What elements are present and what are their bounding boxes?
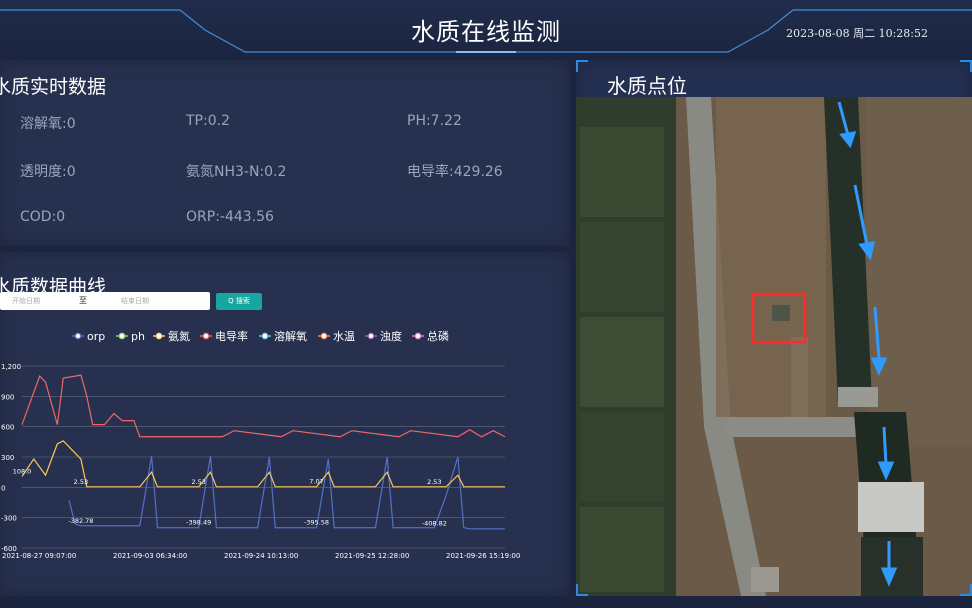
data-label: -398.49: [186, 519, 211, 527]
data-label: 2.53: [74, 478, 88, 486]
metric-ph: PH:7.22: [407, 113, 462, 129]
data-label: 2.53: [191, 478, 205, 486]
metric-cod: COD:0: [20, 209, 66, 225]
legend-marker: [74, 332, 82, 340]
datetime-display: 2023-08-08 周二 10:28:52: [786, 27, 928, 40]
data-label: -382.78: [68, 517, 93, 525]
legend-marker: [414, 332, 422, 340]
legend-label: ph: [131, 330, 145, 343]
data-label: -408.82: [422, 520, 447, 528]
metric-tp: TP:0.2: [186, 113, 230, 129]
corner-decoration: [576, 584, 588, 596]
legend-marker: [118, 332, 126, 340]
x-tick-label: 2021-09-03 06:34:00: [113, 552, 187, 560]
legend-marker: [261, 332, 269, 340]
header-bar: 水质在线监测 2023-08-08 周二 10:28:52: [0, 0, 972, 56]
legend-marker: [367, 332, 375, 340]
legend-label: 电导率: [215, 329, 248, 343]
x-tick-label: 2021-09-25 12:28:00: [335, 552, 409, 560]
y-tick-label: 1,200: [1, 363, 21, 371]
satellite-map-image: [576, 97, 972, 596]
map-panel-title: 水质点位: [607, 74, 687, 98]
legend-label: orp: [87, 330, 105, 343]
map-panel: 水质点位: [576, 60, 972, 596]
y-tick-label: 0: [1, 484, 5, 492]
corner-decoration: [960, 60, 972, 72]
y-tick-label: -300: [1, 515, 17, 523]
legend-label: 总磷: [427, 329, 449, 343]
water-quality-chart: 1,2009006003000-300-6002021-08-27 09:07:…: [1, 329, 520, 560]
x-tick-label: 2021-09-26 15:19:00: [446, 552, 520, 560]
data-label: 108.0: [13, 467, 32, 475]
satellite-map[interactable]: [576, 97, 972, 596]
legend-label: 氨氮: [168, 329, 190, 343]
legend-label: 浊度: [380, 329, 402, 343]
realtime-panel-title: 水质实时数据: [0, 76, 107, 98]
x-tick-label: 2021-09-24 10:13:00: [224, 552, 298, 560]
corner-decoration: [576, 60, 588, 72]
legend-label: 溶解氧: [274, 329, 307, 343]
legend-marker: [155, 332, 163, 340]
corner-decoration: [960, 584, 972, 596]
metric-dissolved-oxygen: 溶解氧:0: [20, 116, 76, 132]
data-label: 7.07: [309, 478, 323, 486]
x-tick-label: 2021-08-27 09:07:00: [2, 552, 76, 560]
series-line-电导率: [21, 374, 506, 438]
y-tick-label: 600: [1, 424, 14, 432]
legend-marker: [202, 332, 210, 340]
y-tick-label: 300: [1, 454, 14, 462]
metric-ammonia: 氨氮NH3-N:0.2: [186, 164, 287, 180]
legend-label: 水温: [333, 330, 355, 343]
realtime-data-panel: 水质实时数据 溶解氧:0 TP:0.2 PH:7.22 透明度:0 氨氮NH3-…: [0, 60, 570, 246]
metric-orp: ORP:-443.56: [186, 209, 274, 225]
metric-conductivity: 电导率:429.26: [407, 164, 503, 180]
data-label: 2.53: [427, 478, 441, 486]
curve-panel: 水质数据曲线 开始日期 至 结束日期 Q 搜索 1,200 900 600 300 0-…: [0, 252, 570, 596]
y-tick-label: 900: [1, 393, 14, 401]
metric-transparency: 透明度:0: [20, 164, 76, 180]
legend-marker: [320, 332, 328, 340]
data-label: -395.58: [304, 518, 329, 526]
